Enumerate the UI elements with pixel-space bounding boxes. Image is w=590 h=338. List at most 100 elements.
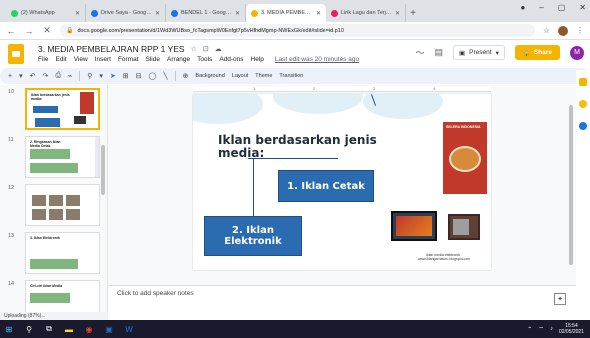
radio-image[interactable] (448, 214, 480, 240)
filmstrip-scrollbar[interactable] (101, 145, 105, 195)
share-button[interactable]: 🔒 Share (514, 45, 560, 60)
app-icon[interactable]: ▣ (104, 324, 114, 334)
menu-file[interactable]: File (38, 56, 48, 63)
menu-insert[interactable]: Insert (95, 56, 111, 63)
zoom-icon[interactable]: ⚲ (87, 72, 92, 80)
print-ad-image[interactable]: SELERA INDONESIA (443, 122, 487, 194)
share-label: Share (533, 49, 552, 56)
document-title[interactable]: 3. MEDIA PEMBELAJRAN RPP 1 YES (38, 44, 185, 54)
chevron-down-icon[interactable]: ▾ (99, 72, 103, 80)
slide-thumbnail[interactable]: Ciri-ciri Iklan Media (25, 280, 100, 312)
menu-slide[interactable]: Slide (146, 56, 160, 63)
chevron-up-icon[interactable]: ⌃ (527, 326, 532, 333)
last-edit-link[interactable]: Last edit was 20 minutes ago (275, 56, 359, 63)
iklan-cetak-box[interactable]: 1. Iklan Cetak (278, 170, 374, 202)
line-icon[interactable]: ╲ (163, 72, 167, 80)
filmstrip-item[interactable]: 13 3. Iklan Elektronik (0, 229, 107, 277)
menu-help[interactable]: Help (251, 56, 264, 63)
user-avatar[interactable]: M (570, 45, 584, 60)
tab-drive-saya[interactable]: Drive Saya - Google Drive ✕ (86, 4, 166, 22)
back-icon[interactable]: ← (6, 26, 16, 36)
maximize-button[interactable]: ▢ (558, 3, 566, 12)
speaker-notes[interactable]: Click to add speaker notes ✦ (109, 285, 576, 311)
comments-icon[interactable]: ▤ (434, 47, 443, 58)
decoration (193, 94, 263, 124)
present-button[interactable]: ▣ Present ▾ (453, 45, 505, 60)
paint-format-icon[interactable]: ⌁ (68, 72, 72, 80)
chrome-icon[interactable]: ◉ (84, 324, 94, 334)
star-icon[interactable]: ☆ (191, 45, 197, 53)
close-icon[interactable]: ✕ (395, 10, 400, 17)
chevron-down-icon[interactable]: ▾ (496, 49, 499, 57)
slide-thumbnail[interactable]: Iklan berdasarkan jenis media: (25, 88, 100, 130)
theme-button[interactable]: Theme (255, 73, 272, 79)
slide-title[interactable]: Iklan berdasarkan jenis media: (218, 134, 393, 160)
star-icon[interactable]: ☆ (543, 26, 550, 35)
network-icon[interactable]: ⌔ (538, 325, 544, 333)
menu-view[interactable]: View (74, 56, 88, 63)
image-icon[interactable]: ⊟ (136, 72, 142, 80)
editor-scrollbar[interactable] (569, 105, 573, 265)
tab-whatsapp[interactable]: (2) WhatsApp ✕ (6, 4, 86, 22)
select-cursor-icon[interactable]: ➤ (110, 72, 116, 80)
filmstrip-item[interactable]: 12 (0, 181, 107, 229)
record-icon[interactable]: ● (520, 3, 525, 12)
new-slide-icon[interactable]: + (8, 73, 12, 80)
close-icon[interactable]: ✕ (235, 10, 240, 17)
chevron-down-icon[interactable]: ▾ (19, 72, 23, 80)
forward-icon[interactable]: → (24, 26, 34, 36)
volume-icon[interactable]: ♪ (550, 326, 553, 332)
menu-edit[interactable]: Edit (55, 56, 66, 63)
close-window-button[interactable]: ✕ (579, 3, 586, 12)
print-icon[interactable]: ⎙ (55, 72, 61, 80)
new-tab-button[interactable]: + (406, 4, 420, 22)
explore-icon[interactable]: ✦ (554, 293, 566, 305)
word-icon[interactable]: W (124, 324, 134, 334)
thumbnail-scrollbar (95, 137, 99, 177)
close-icon[interactable]: ✕ (316, 10, 321, 17)
slides-logo-icon[interactable] (8, 44, 24, 64)
filmstrip-item[interactable]: 11 2. Ringkasan Iklan Media Cetak (0, 133, 107, 181)
file-explorer-icon[interactable]: ▬ (64, 324, 74, 334)
tasks-icon[interactable] (579, 100, 587, 108)
comment-add-icon[interactable]: ⊕ (183, 72, 189, 80)
slide-thumbnail[interactable] (25, 184, 100, 226)
url-field[interactable]: 🔒 docs.google.com/presentation/d/1Wd3WUB… (60, 24, 535, 37)
clock[interactable]: 15:54 02/05/2021 (559, 323, 584, 335)
shape-icon[interactable]: ◯ (148, 72, 156, 80)
slide-canvas[interactable]: Iklan berdasarkan jenis media: 1. Iklan … (193, 94, 491, 270)
slide-thumbnail[interactable]: 3. Iklan Elektronik (25, 232, 100, 274)
transition-button[interactable]: Transition (279, 73, 303, 79)
minimize-button[interactable]: – (539, 3, 543, 12)
menu-tools[interactable]: Tools (197, 56, 212, 63)
tab-media-pembelajaran[interactable]: 3. MEDIA PEMBELAJRAN ✕ (246, 4, 326, 22)
folder-icon[interactable]: ⊡ (203, 45, 209, 53)
background-button[interactable]: Background (195, 73, 224, 79)
close-icon[interactable]: ✕ (155, 10, 160, 17)
redo-icon[interactable]: ↷ (42, 72, 48, 80)
iklan-elektronik-box[interactable]: 2. Iklan Elektronik (204, 216, 302, 256)
close-icon[interactable]: ✕ (75, 10, 80, 17)
calendar-icon[interactable] (579, 122, 587, 130)
filmstrip-item[interactable]: 14 Ciri-ciri Iklan Media (0, 277, 107, 312)
slide-thumbnail[interactable]: 2. Ringkasan Iklan Media Cetak (25, 136, 100, 178)
layout-button[interactable]: Layout (232, 73, 249, 79)
activity-icon[interactable]: 〜 (415, 46, 424, 59)
tab-bendel[interactable]: BENDEL 1 - Google Drive ✕ (166, 4, 246, 22)
menu-format[interactable]: Format (118, 56, 139, 63)
menu-addons[interactable]: Add-ons (219, 56, 243, 63)
text-box-icon[interactable]: ⊞ (123, 72, 129, 80)
document-title-row: 3. MEDIA PEMBELAJRAN RPP 1 YES ☆ ⊡ ☁ (38, 44, 222, 54)
television-image[interactable] (391, 211, 437, 241)
reload-icon[interactable]: ✕ (42, 25, 52, 36)
undo-icon[interactable]: ↶ (30, 72, 36, 80)
windows-start-icon[interactable]: ⊞ (4, 324, 14, 334)
tab-lirik-lagu[interactable]: Lirik Lagu dan Terjemahan ✕ (326, 4, 406, 22)
menu-icon[interactable]: ⋮ (576, 26, 584, 35)
keep-icon[interactable] (579, 78, 587, 86)
filmstrip-item[interactable]: 10 Iklan berdasarkan jenis media: (0, 85, 107, 133)
search-icon[interactable]: ⚲ (24, 324, 34, 334)
task-view-icon[interactable]: ⧉ (44, 324, 54, 334)
profile-avatar[interactable] (558, 25, 568, 36)
menu-arrange[interactable]: Arrange (167, 56, 190, 63)
